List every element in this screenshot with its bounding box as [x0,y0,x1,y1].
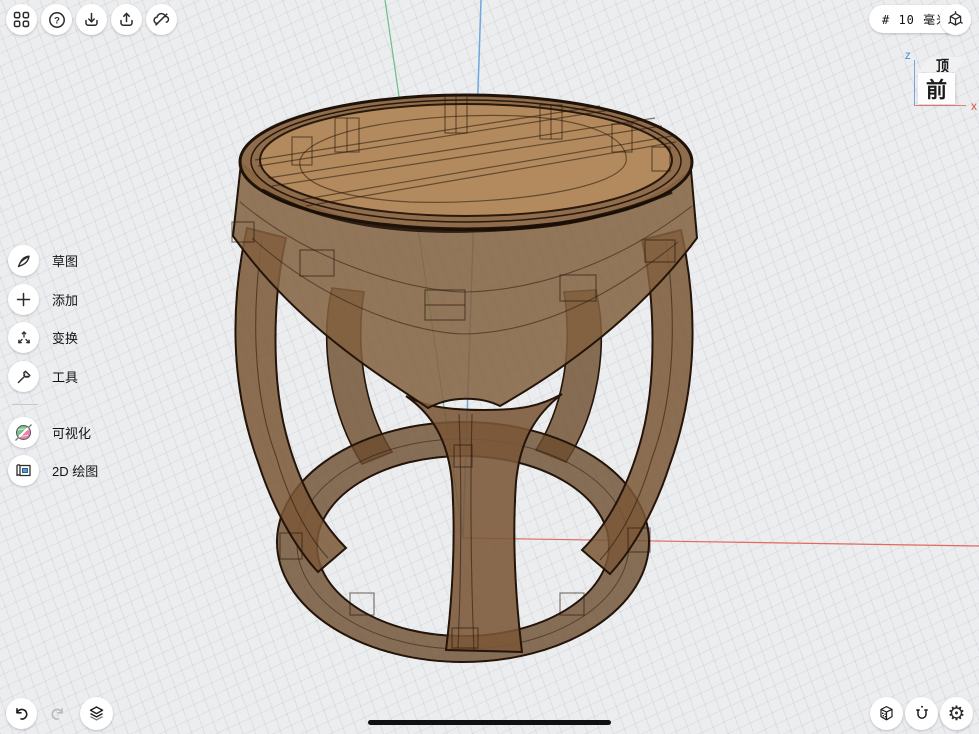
question-icon: ? [48,11,66,29]
view-cube-top-label: 顶 [936,57,949,72]
sidebar-divider [12,404,38,405]
plus-icon [8,284,39,315]
drum-stool-model[interactable] [0,0,979,734]
sidebar-label-2d-drawing: 2D 绘图 [52,461,98,480]
3d-viewport[interactable]: ? # 10 毫米 [0,0,979,734]
sidebar-label-tools: 工具 [52,367,78,386]
sidebar-item-tools[interactable]: 工具 [8,361,78,392]
export-button[interactable] [111,4,142,35]
view-cube-z-label: Z [905,51,911,61]
layers-icon [87,704,106,723]
grid-icon [13,11,30,28]
mesh-cube-icon [877,704,896,723]
sidebar-item-visualization[interactable]: 可视化 [8,417,91,448]
sidebar-label-transform: 变换 [52,328,78,347]
view-cube-x-axis [914,105,966,106]
sidebar-label-add: 添加 [52,290,78,309]
help-button[interactable]: ? [41,4,72,35]
sidebar-item-sketch[interactable]: 草图 [8,245,78,276]
view-cube[interactable]: Z X 顶 前 [903,50,977,112]
gear-icon: ⚙ [948,704,966,724]
undo-button[interactable] [6,698,37,729]
orientation-button[interactable] [940,4,971,35]
apps-menu-button[interactable] [6,4,37,35]
import-button[interactable] [76,4,107,35]
view-cube-front-face[interactable]: 前 [918,73,955,104]
gizmo-cube-icon [946,10,965,29]
sidebar-label-visualization: 可视化 [52,423,91,442]
hammer-icon [8,361,39,392]
transform-arrows-icon [8,322,39,353]
home-indicator[interactable] [368,720,611,725]
offline-sync-button[interactable] [146,4,177,35]
view-cube-z-axis [914,60,915,105]
items-layers-button[interactable] [80,697,113,730]
sidebar-item-add[interactable]: 添加 [8,284,78,315]
redo-icon [48,705,66,723]
view-cube-top-face[interactable]: 顶 [918,57,967,72]
axis-x-red [463,538,979,546]
view-cube-front-label: 前 [926,74,947,104]
sidebar-item-2d-drawing[interactable]: 2D 绘图 [8,455,98,486]
sidebar-label-sketch: 草图 [52,251,78,270]
settings-button[interactable]: ⚙ [940,697,973,730]
view-cube-x-label: X [971,102,977,112]
model-top-surface [260,104,672,216]
2d-drawing-icon [8,455,39,486]
import-icon [83,11,100,28]
visualization-sphere-icon [8,417,39,448]
redo-button[interactable] [41,698,72,729]
sidebar-item-transform[interactable]: 变换 [8,322,78,353]
svg-text:?: ? [54,15,60,26]
cloud-off-icon [152,10,171,29]
pen-icon [8,245,39,276]
snapping-button[interactable] [905,697,938,730]
visual-style-button[interactable] [870,697,903,730]
export-icon [118,11,135,28]
undo-icon [13,705,31,723]
magnet-icon [913,705,931,723]
